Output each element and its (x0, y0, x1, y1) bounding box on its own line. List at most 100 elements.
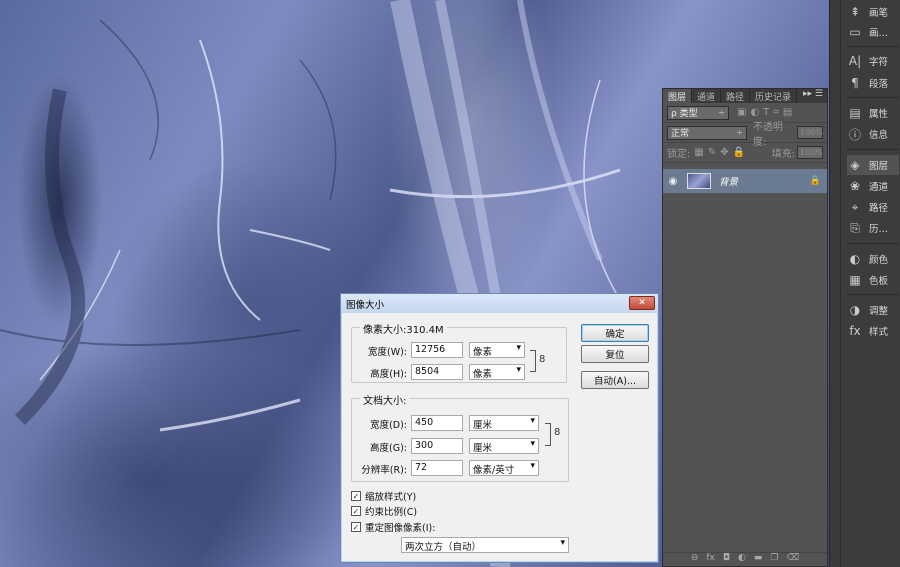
layers-footer: ⊖ fx ◘ ◐ ▬ ❐ ⌫ (663, 552, 827, 566)
dock-separator (829, 0, 840, 567)
info-icon: ⓘ (848, 127, 861, 142)
fx-icon[interactable]: fx (706, 553, 715, 566)
layers-panel: 图层 通道 路径 历史记录 ▸▸ ☰ ρ 类型 ▣◐T⌗▤ 正常 不透明度: 1… (662, 88, 828, 567)
width-px-label: 宽度(W): (367, 347, 407, 358)
height-doc-unit-select[interactable]: 厘米 (469, 438, 539, 454)
dock-item-info[interactable]: ⓘ 信息 (847, 124, 899, 144)
blend-mode-select[interactable]: 正常 (667, 125, 747, 140)
resolution-unit-select[interactable]: 像素/英寸 (469, 460, 539, 476)
opacity-input[interactable]: 100% (797, 126, 823, 139)
chain-link-icon: 8 (554, 427, 561, 438)
resolution-label: 分辨率(R): (361, 465, 407, 476)
history-icon: ⎘ (850, 220, 860, 235)
lock-row: 锁定: ▦✎✥🔒 填充: 100% (663, 143, 827, 163)
reset-button[interactable]: 复位 (581, 345, 649, 363)
opacity-label: 不透明度: (752, 121, 783, 148)
layer-name: 背景 (719, 177, 739, 188)
layer-thumbnail (687, 173, 711, 189)
adjustment-icon[interactable]: ◐ (738, 553, 746, 566)
paragraph-icon: ¶ (851, 76, 859, 90)
resample-checkbox[interactable]: ✓ 重定图像像素(I): (351, 520, 435, 534)
dock-divider (847, 97, 899, 98)
dock-item-character[interactable]: A| 字符 (847, 51, 899, 71)
paths-icon: ⌖ (851, 199, 859, 214)
width-doc-label: 宽度(D): (370, 420, 407, 431)
resolution-input[interactable]: 72 (411, 460, 463, 476)
link-bracket (530, 350, 536, 372)
dock-divider (847, 243, 899, 244)
check-icon[interactable]: ✓ (351, 506, 361, 516)
dock-item-brush-presets[interactable]: ▭ 画… (847, 22, 899, 42)
check-icon[interactable]: ✓ (351, 491, 361, 501)
blend-row: 正常 不透明度: 100% (663, 122, 827, 148)
fill-input[interactable]: 100% (797, 146, 823, 159)
tab-layers[interactable]: 图层 (663, 89, 693, 103)
dock-item-paragraph[interactable]: ¶ 段落 (847, 73, 899, 93)
height-doc-input[interactable]: 300 (411, 438, 463, 454)
constrain-proportions-checkbox[interactable]: ✓ 约束比例(C) (351, 504, 417, 518)
link-icon[interactable]: ⊖ (691, 553, 699, 566)
filter-kind-select[interactable]: ρ 类型 (667, 105, 729, 120)
image-size-dialog: 图像大小 ✕ 像素大小:310.4M 宽度(W): 12756 像素 高度(H)… (340, 293, 659, 563)
eye-icon[interactable]: ◉ (663, 176, 683, 187)
scale-styles-checkbox[interactable]: ✓ 缩放样式(Y) (351, 489, 416, 503)
layers-icon: ◈ (850, 158, 860, 172)
fill-label: 填充: (771, 149, 795, 160)
dock-item-adjustments[interactable]: ◑ 调整 (847, 300, 899, 320)
tab-paths[interactable]: 路径 (721, 89, 751, 103)
resample-method-select[interactable]: 两次立方（自动） (401, 537, 569, 553)
auto-button[interactable]: 自动(A)... (581, 371, 649, 389)
panel-dock: ⇞ 画笔 ▭ 画… A| 字符 ¶ 段落 ▤ 属性 ⓘ 信息 ◈ 图层 ❀ 通道 ⌖ 路径 ⎘ 历…… (840, 0, 900, 567)
panel-menu-icon[interactable]: ▸▸ ☰ (803, 89, 823, 99)
dock-item-styles[interactable]: fx 样式 (847, 321, 899, 341)
height-px-label: 高度(H): (370, 369, 407, 380)
panel-tabs: 图层 通道 路径 历史记录 ▸▸ ☰ (663, 89, 827, 103)
adjustments-icon: ◑ (849, 303, 861, 317)
tab-channels[interactable]: 通道 (692, 89, 722, 103)
height-px-input[interactable]: 8504 (411, 364, 463, 380)
height-doc-label: 高度(G): (370, 443, 407, 454)
ok-button[interactable]: 确定 (581, 324, 649, 342)
dock-item-swatches[interactable]: ▦ 色板 (847, 270, 899, 290)
width-px-unit-select[interactable]: 像素 (469, 342, 525, 358)
dock-item-brush[interactable]: ⇞ 画笔 (847, 2, 899, 22)
width-px-input[interactable]: 12756 (411, 342, 463, 358)
dock-item-layers[interactable]: ◈ 图层 (847, 155, 899, 175)
doc-size-label: 文档大小: (360, 392, 410, 407)
dock-item-history[interactable]: ⎘ 历… (847, 218, 899, 238)
lock-icon: 🔒 (809, 176, 821, 186)
lock-label: 锁定: (667, 149, 691, 160)
folder-icon[interactable]: ▬ (754, 553, 763, 566)
link-bracket (545, 423, 551, 446)
chain-link-icon: 8 (539, 354, 546, 365)
color-icon: ◐ (849, 252, 861, 266)
brush-presets-icon: ▭ (849, 25, 861, 39)
dock-item-channels[interactable]: ❀ 通道 (847, 176, 899, 196)
properties-icon: ▤ (849, 106, 861, 120)
dock-divider (847, 46, 899, 47)
width-doc-unit-select[interactable]: 厘米 (469, 415, 539, 431)
lock-icons[interactable]: ▦✎✥🔒 (694, 147, 749, 158)
dialog-titlebar[interactable]: 图像大小 ✕ (341, 294, 658, 313)
dock-item-color[interactable]: ◐ 颜色 (847, 249, 899, 269)
tab-history[interactable]: 历史记录 (750, 89, 798, 103)
layer-row[interactable]: ◉ 背景 🔒 (663, 169, 827, 193)
character-icon: A| (848, 54, 862, 68)
dialog-title: 图像大小 (346, 299, 385, 311)
check-icon[interactable]: ✓ (351, 522, 361, 532)
height-px-unit-select[interactable]: 像素 (469, 364, 525, 380)
dock-divider (847, 149, 899, 150)
close-icon[interactable]: ✕ (629, 296, 655, 310)
swatches-icon: ▦ (849, 273, 861, 287)
channels-icon: ❀ (849, 179, 861, 193)
width-doc-input[interactable]: 450 (411, 415, 463, 431)
new-layer-icon[interactable]: ❐ (770, 553, 778, 566)
filter-row: ρ 类型 ▣◐T⌗▤ (663, 103, 827, 123)
styles-icon: fx (849, 324, 861, 338)
dock-item-properties[interactable]: ▤ 属性 (847, 103, 899, 123)
brush-icon: ⇞ (849, 5, 861, 19)
dock-item-paths[interactable]: ⌖ 路径 (847, 197, 899, 217)
mask-icon[interactable]: ◘ (723, 553, 730, 566)
filter-icons[interactable]: ▣◐T⌗▤ (737, 107, 796, 118)
trash-icon[interactable]: ⌫ (786, 553, 799, 566)
